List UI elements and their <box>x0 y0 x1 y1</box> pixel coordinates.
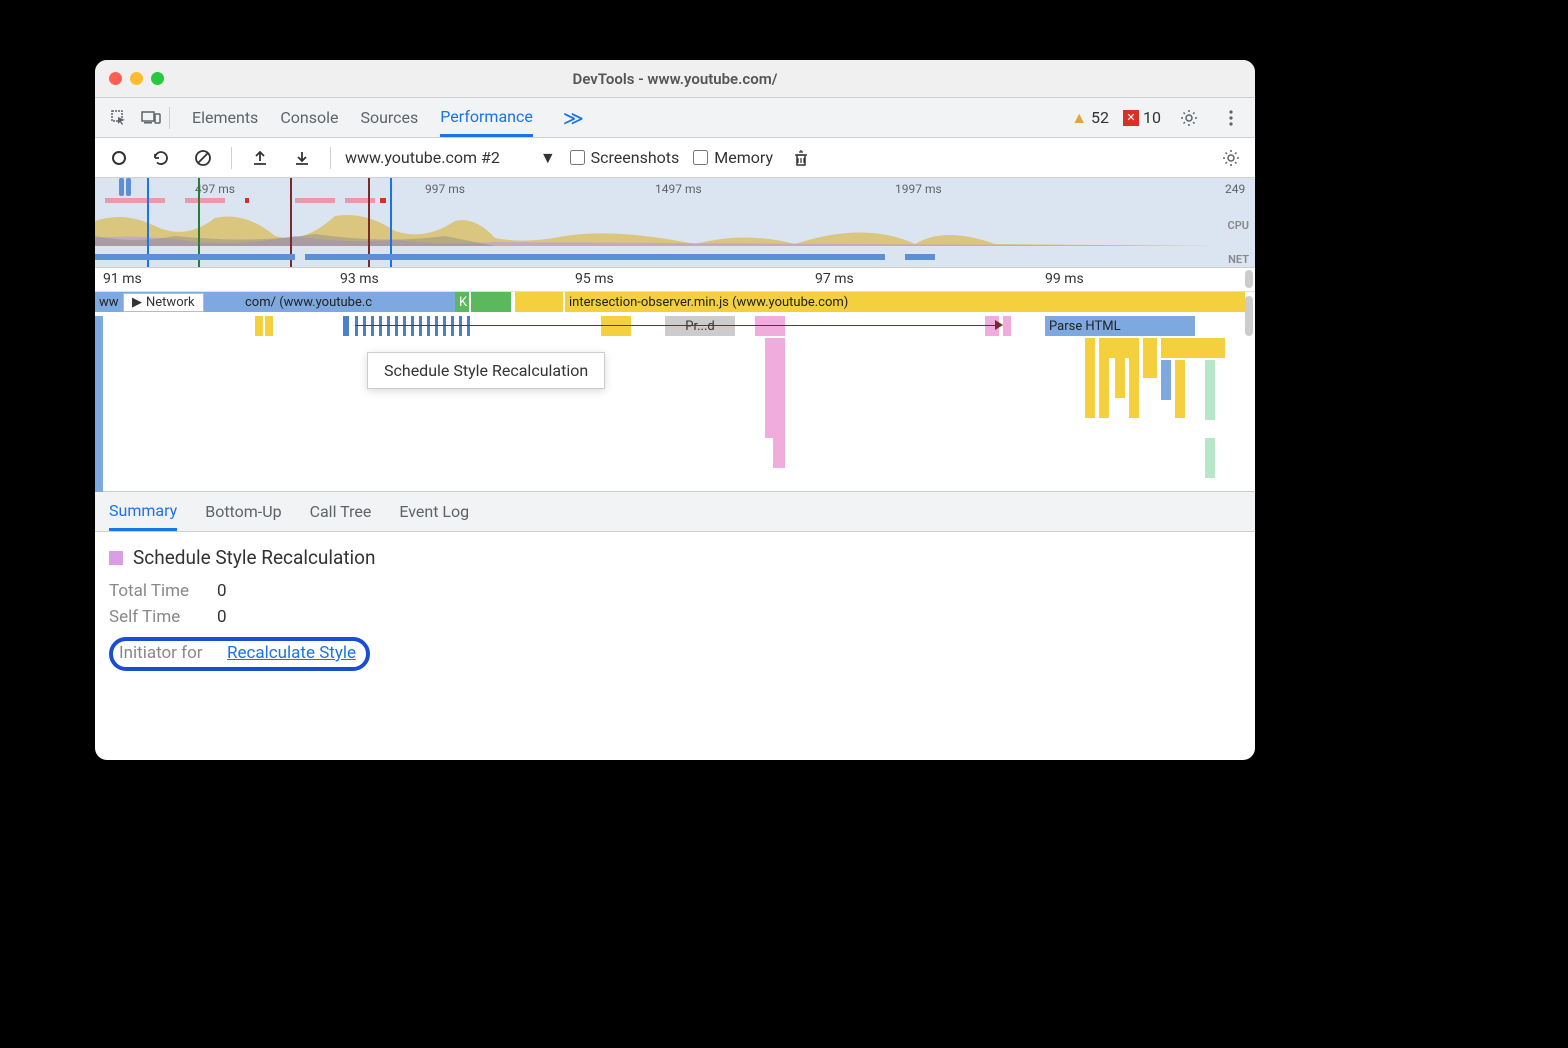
detail-tabs: Summary Bottom-Up Call Tree Event Log <box>95 492 1255 532</box>
minimize-window-button[interactable] <box>130 72 143 85</box>
summary-panel: Schedule Style Recalculation Total Time … <box>95 532 1255 760</box>
scrollbar[interactable] <box>1245 270 1253 288</box>
flame-bar[interactable] <box>471 292 511 312</box>
tab-call-tree[interactable]: Call Tree <box>310 492 372 531</box>
performance-toolbar: www.youtube.com #2 ▼ Screenshots Memory <box>95 138 1255 178</box>
flame-bar[interactable]: intersection-observer.min.js (www.youtub… <box>565 292 1245 312</box>
total-time-value: 0 <box>217 581 227 601</box>
errors-badge[interactable]: ✕ 10 <box>1123 108 1161 127</box>
reload-record-button[interactable] <box>147 144 175 172</box>
clear-button[interactable] <box>189 144 217 172</box>
upload-button[interactable] <box>246 144 274 172</box>
event-title: Schedule Style Recalculation <box>133 546 375 569</box>
capture-settings-icon[interactable] <box>1217 144 1245 172</box>
devtools-window: DevTools - www.youtube.com/ Elements Con… <box>95 60 1255 760</box>
kebab-menu-icon[interactable] <box>1217 104 1245 132</box>
screenshots-checkbox[interactable]: Screenshots <box>570 148 680 167</box>
settings-icon[interactable] <box>1175 104 1203 132</box>
flame-chart[interactable]: ww com/ (www.youtube.c K intersection-ob… <box>95 292 1255 492</box>
window-title: DevTools - www.youtube.com/ <box>95 70 1255 88</box>
tab-sources[interactable]: Sources <box>360 98 418 137</box>
memory-checkbox[interactable]: Memory <box>693 148 773 167</box>
flame-tooltip: Schedule Style Recalculation <box>367 352 605 389</box>
tab-summary[interactable]: Summary <box>109 492 177 531</box>
scrollbar[interactable] <box>1245 296 1253 336</box>
network-expand-button[interactable]: ▶ Network <box>123 293 204 312</box>
download-button[interactable] <box>288 144 316 172</box>
titlebar: DevTools - www.youtube.com/ <box>95 60 1255 98</box>
event-swatch <box>109 551 123 565</box>
tab-performance[interactable]: Performance <box>440 98 533 137</box>
chevron-down-icon: ▼ <box>540 148 556 168</box>
tab-event-log[interactable]: Event Log <box>399 492 469 531</box>
flame-bar[interactable]: Pr...d <box>665 316 735 336</box>
initiator-highlight: Initiator for Recalculate Style <box>109 637 370 671</box>
tab-elements[interactable]: Elements <box>192 98 258 137</box>
range-handle-left[interactable] <box>119 178 124 196</box>
panel-tabs: Elements Console Sources Performance ≫ <box>192 98 584 137</box>
inspect-icon[interactable] <box>105 104 133 132</box>
traffic-lights <box>109 72 164 85</box>
flame-bar[interactable]: K <box>455 292 469 312</box>
session-select[interactable]: www.youtube.com #2 ▼ <box>345 148 556 168</box>
cpu-chart <box>95 206 1215 246</box>
timeline-overview[interactable]: 497 ms 997 ms 1497 ms 1997 ms 249 <box>95 178 1255 268</box>
time-ruler[interactable]: 91 ms 93 ms 95 ms 97 ms 99 ms <box>95 268 1255 292</box>
maximize-window-button[interactable] <box>151 72 164 85</box>
flame-bar[interactable] <box>515 292 563 312</box>
record-button[interactable] <box>105 144 133 172</box>
tab-bottom-up[interactable]: Bottom-Up <box>205 492 281 531</box>
more-tabs-button[interactable]: ≫ <box>563 106 584 130</box>
self-time-value: 0 <box>217 607 227 627</box>
initiator-link[interactable]: Recalculate Style <box>227 643 356 663</box>
error-icon: ✕ <box>1123 110 1139 126</box>
close-window-button[interactable] <box>109 72 122 85</box>
initiator-arrow <box>355 325 995 326</box>
device-toggle-icon[interactable] <box>137 104 165 132</box>
warning-icon: ▲ <box>1071 108 1087 128</box>
top-toolbar: Elements Console Sources Performance ≫ ▲… <box>95 98 1255 138</box>
range-handle-right[interactable] <box>126 178 131 196</box>
tab-console[interactable]: Console <box>280 98 338 137</box>
flame-bar[interactable]: Parse HTML <box>1045 316 1195 336</box>
warnings-badge[interactable]: ▲ 52 <box>1071 108 1109 128</box>
chevron-right-icon: ▶ <box>132 295 142 310</box>
collect-garbage-button[interactable] <box>787 144 815 172</box>
